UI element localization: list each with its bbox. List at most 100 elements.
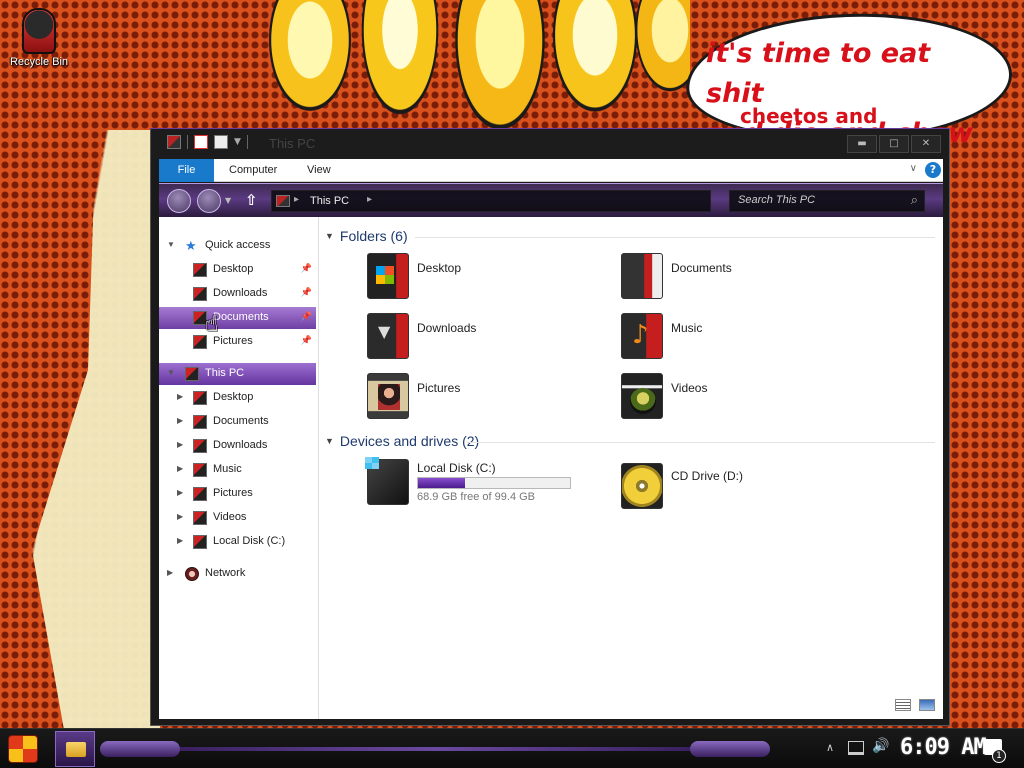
tab-computer[interactable]: Computer	[229, 159, 277, 182]
expand-ribbon-chevron-icon[interactable]: ∨	[910, 163, 917, 174]
help-icon[interactable]: ?	[925, 162, 941, 178]
downloads-folder-icon	[367, 313, 409, 359]
hand-cursor-icon: ☝	[205, 312, 219, 337]
back-button[interactable]	[167, 189, 191, 213]
devices-header-text: Devices and drives (2)	[339, 433, 480, 449]
nav-network[interactable]: ▶ Network	[159, 563, 316, 585]
maximize-button[interactable]: □	[879, 135, 909, 153]
folders-group-header[interactable]: ▼ Folders (6)	[325, 228, 408, 244]
taskbar-decoration	[180, 747, 690, 751]
comic-figure-art	[32, 130, 160, 730]
nav-label: Quick access	[205, 239, 271, 251]
show-hidden-icons-chevron-icon[interactable]: ∧	[826, 741, 834, 754]
collapse-arrow-icon[interactable]: ▼	[167, 368, 175, 377]
folder-tile-desktop[interactable]: Desktop	[367, 253, 607, 305]
pin-icon: 📌	[300, 335, 312, 345]
videos-folder-icon	[621, 373, 663, 419]
nav-label: Downloads	[213, 287, 268, 299]
expand-arrow-icon[interactable]: ▶	[177, 464, 183, 473]
this-pc-icon	[185, 367, 199, 381]
nav-pc-pictures[interactable]: ▶ Pictures	[159, 483, 316, 505]
address-field[interactable]: ▸ This PC ▸	[271, 190, 711, 212]
folder-tile-documents[interactable]: Documents	[621, 253, 861, 305]
expand-arrow-icon[interactable]: ▶	[177, 488, 183, 497]
nav-label: Videos	[213, 511, 247, 523]
tab-view[interactable]: View	[307, 159, 331, 182]
nav-pc-desktop[interactable]: ▶ Desktop	[159, 387, 316, 409]
drive-free-space: 68.9 GB free of 99.4 GB	[417, 491, 536, 503]
desktop-icon-recycle-bin[interactable]: Recycle Bin	[8, 8, 70, 68]
folder-tile-downloads[interactable]: Downloads	[367, 313, 607, 365]
nav-pc-documents[interactable]: ▶ Documents	[159, 411, 316, 433]
network-icon	[185, 567, 199, 581]
nav-qa-downloads[interactable]: Downloads 📌	[159, 283, 316, 305]
group-divider	[415, 237, 935, 238]
folder-tile-videos[interactable]: Videos	[621, 373, 861, 425]
nav-label: Music	[213, 463, 242, 475]
expand-arrow-icon[interactable]: ▶	[177, 536, 183, 545]
expand-arrow-icon[interactable]: ▶	[177, 512, 183, 521]
drive-usage-bar	[417, 477, 571, 489]
nav-pc-videos[interactable]: ▶ Videos	[159, 507, 316, 529]
details-view-icon[interactable]	[895, 699, 911, 711]
properties-icon[interactable]	[194, 135, 208, 149]
collapse-arrow-icon[interactable]: ▼	[325, 436, 334, 446]
folder-tile-pictures[interactable]: Pictures	[367, 373, 607, 425]
nav-qa-pictures[interactable]: Pictures 📌	[159, 331, 316, 353]
nav-label: Local Disk (C:)	[213, 535, 286, 547]
qat-customize-chevron-icon[interactable]: ▼	[234, 137, 241, 147]
folder-name: Downloads	[417, 321, 477, 335]
nav-label: Pictures	[213, 487, 253, 499]
search-icon[interactable]: ⌕	[911, 193, 918, 208]
recycle-bin-icon	[22, 8, 56, 54]
speech-bubble-line-1: it's time to eat shit	[706, 38, 931, 109]
drive-tile-cd[interactable]: CD Drive (D:)	[621, 463, 861, 515]
new-folder-icon[interactable]	[214, 135, 228, 149]
search-box[interactable]: ⌕	[729, 190, 925, 212]
expand-arrow-icon[interactable]: ▶	[177, 440, 183, 449]
expand-arrow-icon[interactable]: ▶	[167, 568, 173, 577]
taskbar-clock[interactable]: 6:09 AM	[900, 735, 987, 760]
minimize-button[interactable]: ▬	[847, 135, 877, 153]
expand-arrow-icon[interactable]: ▶	[177, 416, 183, 425]
taskbar-file-explorer-button[interactable]	[55, 731, 95, 767]
folder-name: Documents	[671, 261, 732, 275]
forward-button[interactable]	[197, 189, 221, 213]
collapse-arrow-icon[interactable]: ▼	[167, 240, 175, 249]
recent-locations-chevron-icon[interactable]: ▼	[225, 196, 231, 205]
collapse-arrow-icon[interactable]: ▼	[325, 231, 334, 241]
devices-group-header[interactable]: ▼ Devices and drives (2)	[325, 433, 479, 449]
folder-tile-music[interactable]: Music	[621, 313, 861, 365]
nav-pc-local-disk[interactable]: ▶ Local Disk (C:)	[159, 531, 316, 553]
tab-file[interactable]: File	[159, 159, 214, 182]
volume-icon[interactable]: 🔊	[872, 738, 889, 754]
nav-pc-downloads[interactable]: ▶ Downloads	[159, 435, 316, 457]
network-status-icon[interactable]	[848, 741, 864, 755]
breadcrumb-this-pc[interactable]: This PC	[310, 195, 349, 207]
start-button[interactable]	[8, 735, 38, 763]
hard-drive-icon	[365, 457, 409, 505]
nav-label: Desktop	[213, 263, 254, 275]
expand-arrow-icon[interactable]: ▶	[177, 392, 183, 401]
nav-qa-desktop[interactable]: Desktop 📌	[159, 259, 316, 281]
title-bar[interactable]: ▼ This PC ▬ □ ✕	[151, 129, 949, 159]
search-input[interactable]	[738, 194, 898, 206]
nav-this-pc[interactable]: ▼ This PC	[159, 363, 316, 385]
folders-header-text: Folders (6)	[339, 228, 408, 244]
nav-quick-access[interactable]: ▼ ★ Quick access	[159, 235, 316, 257]
window-controls: ▬ □ ✕	[847, 135, 941, 153]
quick-access-toolbar: ▼	[167, 135, 248, 149]
drive-tile-local-disk[interactable]: Local Disk (C:) 68.9 GB free of 99.4 GB	[365, 457, 607, 511]
breadcrumb-chevron-icon[interactable]: ▸	[294, 194, 299, 205]
window-title: This PC	[269, 136, 316, 151]
breadcrumb-chevron-icon[interactable]: ▸	[367, 194, 372, 205]
nav-pc-music[interactable]: ▶ Music	[159, 459, 316, 481]
up-arrow-icon[interactable]: ⇧	[245, 191, 258, 209]
taskbar: ∧ 🔊 6:09 AM 1	[0, 728, 1024, 768]
folder-name: Desktop	[417, 261, 462, 275]
close-button[interactable]: ✕	[911, 135, 941, 153]
qat-divider	[187, 135, 188, 149]
folder-name: Videos	[671, 381, 708, 395]
large-icons-view-icon[interactable]	[919, 699, 935, 711]
nav-qa-documents[interactable]: Documents 📌	[159, 307, 316, 329]
